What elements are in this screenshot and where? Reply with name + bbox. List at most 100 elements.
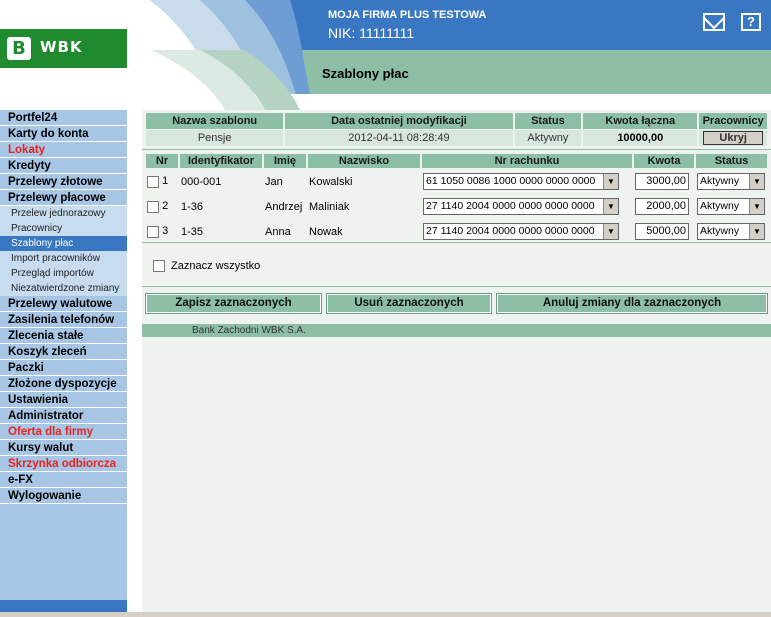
chevron-down-icon[interactable]: ▼ [749, 174, 764, 189]
sidebar-item-kredyty[interactable]: Kredyty [0, 158, 127, 174]
logo-text: WBK [40, 38, 83, 56]
col-header-nr: Nr [146, 154, 178, 168]
sidebar-item-lokaty[interactable]: Lokaty [0, 142, 127, 158]
header: B WBK MOJA FIRMA PLUS TESTOWA NIK: 11111… [0, 0, 771, 110]
select-all-checkbox[interactable] [153, 260, 165, 273]
chevron-down-icon[interactable]: ▼ [749, 199, 764, 214]
template-name: Pensje [146, 130, 284, 146]
sidebar: Portfel24 Karty do konta Lokaty Kredyty … [0, 110, 127, 617]
sidebar-item-kursy-walut[interactable]: Kursy walut [0, 440, 127, 456]
status-value: Aktywny [700, 225, 740, 237]
sidebar-item-zasilenia-telefonow[interactable]: Zasilenia telefonów [0, 312, 127, 328]
help-icon[interactable]: ? [741, 13, 761, 31]
section-divider [142, 242, 771, 243]
template-summary-table: Nazwa szablonu Data ostatniej modyfikacj… [144, 112, 769, 147]
section-divider [142, 286, 771, 287]
amount-input[interactable]: 5000,00 [635, 223, 689, 240]
row-status-cell: Aktywny ▼ [696, 195, 767, 218]
sidebar-item-portfel24[interactable]: Portfel24 [0, 110, 127, 126]
account-select[interactable]: 27 1140 2004 0000 0000 0000 0000 ▼ [423, 198, 619, 215]
sidebar-subitem-niezatwierdzone-zmiany[interactable]: Niezatwierdzone zmiany [0, 281, 127, 296]
sidebar-item-przelewy-walutowe[interactable]: Przelewy walutowe [0, 296, 127, 312]
table-row: 1 000-001 Jan Kowalski 61 1050 0086 1000… [146, 170, 767, 193]
select-all-row: Zaznacz wszystko [153, 260, 261, 273]
company-nik: NIK: 11111111 [328, 25, 415, 41]
sidebar-item-zlozone-dyspozycje[interactable]: Złożone dyspozycje [0, 376, 127, 392]
sidebar-item-oferta-dla-firmy[interactable]: Oferta dla firmy [0, 424, 127, 440]
row-account-cell: 27 1140 2004 0000 0000 0000 0000 ▼ [422, 220, 632, 243]
account-value: 27 1140 2004 0000 0000 0000 0000 [426, 225, 595, 237]
chevron-down-icon[interactable]: ▼ [603, 174, 618, 189]
row-number: 3 [162, 225, 169, 238]
account-select[interactable]: 27 1140 2004 0000 0000 0000 0000 ▼ [423, 223, 619, 240]
sidebar-subitem-przeglad-importow[interactable]: Przegląd importów [0, 266, 127, 281]
chevron-down-icon[interactable]: ▼ [603, 224, 618, 239]
status-value: Aktywny [700, 200, 740, 212]
chevron-down-icon[interactable]: ▼ [749, 224, 764, 239]
row-last-name: Nowak [309, 225, 343, 238]
hide-employees-button[interactable]: Ukryj [703, 131, 764, 145]
amount-input[interactable]: 2000,00 [635, 198, 689, 215]
row-checkbox[interactable] [147, 225, 159, 238]
sidebar-item-ustawienia[interactable]: Ustawienia [0, 392, 127, 408]
col-header-modified: Data ostatniej modyfikacji [285, 113, 513, 129]
status-select[interactable]: Aktywny ▼ [697, 173, 765, 190]
main-content: Nazwa szablonu Data ostatniej modyfikacj… [142, 110, 771, 617]
template-status: Aktywny [514, 130, 582, 146]
row-identifier: 1-35 [181, 225, 204, 238]
sidebar-item-wylogowanie[interactable]: Wylogowanie [0, 488, 127, 504]
col-header-employees: Pracownicy [699, 113, 767, 129]
status-select[interactable]: Aktywny ▼ [697, 198, 765, 215]
row-first-name: Anna [265, 225, 291, 238]
row-identifier: 1-36 [181, 200, 204, 213]
sidebar-item-administrator[interactable]: Administrator [0, 408, 127, 424]
mail-icon[interactable] [703, 13, 725, 31]
sidebar-item-paczki[interactable]: Paczki [0, 360, 127, 376]
section-divider [142, 149, 771, 150]
row-nr-cell: 1 [146, 170, 178, 193]
sidebar-subitem-przelew-jednorazowy[interactable]: Przelew jednorazowy [0, 206, 127, 221]
row-account-cell: 27 1140 2004 0000 0000 0000 0000 ▼ [422, 195, 632, 218]
sidebar-item-przelewy-placowe[interactable]: Przelewy płacowe [0, 190, 127, 206]
sidebar-item-zlecenia-stale[interactable]: Zlecenia stałe [0, 328, 127, 344]
account-select[interactable]: 61 1050 0086 1000 0000 0000 0000 ▼ [423, 173, 619, 190]
sidebar-item-karty-do-konta[interactable]: Karty do konta [0, 126, 127, 142]
chevron-down-icon[interactable]: ▼ [603, 199, 618, 214]
row-account-cell: 61 1050 0086 1000 0000 0000 0000 ▼ [422, 170, 632, 193]
table-row: 3 1-35 Anna Nowak 27 1140 2004 0000 0000… [146, 220, 767, 243]
logo-mark: B [7, 37, 31, 60]
row-nr-cell: 2 [146, 195, 178, 218]
row-checkbox[interactable] [147, 175, 159, 188]
save-selected-button[interactable]: Zapisz zaznaczonych [145, 293, 322, 314]
account-value: 61 1050 0086 1000 0000 0000 0000 [426, 175, 596, 187]
cancel-changes-button[interactable]: Anuluj zmiany dla zaznaczonych [496, 293, 768, 314]
col-header-total: Kwota łączna [583, 113, 698, 129]
row-checkbox[interactable] [147, 200, 159, 213]
select-all-label: Zaznacz wszystko [171, 260, 261, 272]
status-select[interactable]: Aktywny ▼ [697, 223, 765, 240]
sidebar-subitem-import-pracownikow[interactable]: Import pracowników [0, 251, 127, 266]
sidebar-footer-band [0, 600, 127, 612]
col-header-amount: Kwota [634, 154, 694, 168]
row-number: 1 [162, 175, 169, 188]
row-amount-cell: 2000,00 [634, 195, 694, 218]
sidebar-item-przelewy-zlotowe[interactable]: Przelewy złotowe [0, 174, 127, 190]
sidebar-item-skrzynka-odbiorcza[interactable]: Skrzynka odbiorcza [0, 456, 127, 472]
window-bottom-edge [0, 612, 771, 617]
sidebar-subitem-szablony-plac[interactable]: Szablony płac [0, 236, 127, 251]
amount-input[interactable]: 3000,00 [635, 173, 689, 190]
col-header-status: Status [514, 113, 582, 129]
sidebar-subitem-pracownicy[interactable]: Pracownicy [0, 221, 127, 236]
row-first-name: Andrzej [265, 200, 303, 213]
company-name: MOJA FIRMA PLUS TESTOWA [328, 9, 487, 21]
sidebar-item-koszyk-zlecen[interactable]: Koszyk zleceń [0, 344, 127, 360]
template-total: 10000,00 [583, 130, 698, 146]
bank-logo[interactable]: B WBK [0, 29, 127, 68]
col-header-account: Nr rachunku [422, 154, 632, 168]
delete-selected-button[interactable]: Usuń zaznaczonych [326, 293, 492, 314]
row-number: 2 [162, 200, 169, 213]
row-first-name: Jan [265, 175, 283, 188]
sidebar-item-efx[interactable]: e-FX [0, 472, 127, 488]
row-amount-cell: 3000,00 [634, 170, 694, 193]
col-header-first-name: Imię [264, 154, 306, 168]
